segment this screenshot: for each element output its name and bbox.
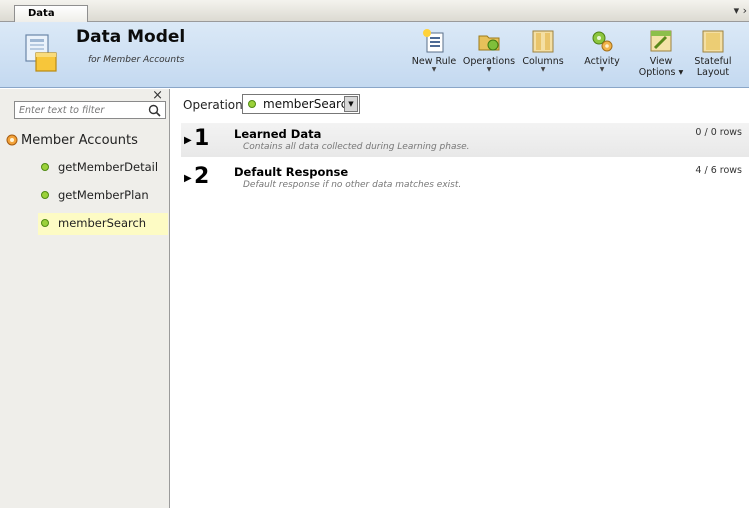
sidebar-item-getmemberdetail[interactable]: getMemberDetail — [38, 157, 168, 179]
sidebar-item-label: getMemberPlan — [58, 188, 149, 202]
sidebar-item-label: memberSearch — [58, 216, 147, 230]
filter-input[interactable]: Enter text to filter — [14, 101, 166, 119]
view-options-label: View Options ▾ — [638, 56, 684, 78]
stateful-layout-button[interactable]: Stateful Layout — [684, 28, 742, 86]
rule-row-count: 0 / 0 rows — [695, 127, 742, 138]
tab-data-model[interactable]: Data Model — [14, 5, 88, 34]
expand-arrow-icon[interactable]: ▶ — [184, 173, 192, 184]
new-rule-button[interactable]: New Rule ▼ — [405, 28, 463, 86]
view-options-button[interactable]: View Options ▾ — [632, 28, 690, 86]
header: Data Model for Member Accounts New Rule … — [0, 22, 749, 88]
stateful-layout-label: Stateful Layout — [694, 56, 732, 78]
search-icon[interactable] — [148, 104, 161, 117]
sidebar-item-membersearch[interactable]: memberSearch — [38, 213, 168, 235]
rule-row-count: 4 / 6 rows — [695, 165, 742, 176]
chevron-down-icon: ▼ — [599, 66, 605, 73]
main-content: Operation: memberSearch ▼ ▶ 1 Learned Da… — [171, 89, 749, 508]
operations-button[interactable]: Operations ▼ — [460, 28, 518, 86]
operations-icon — [478, 35, 500, 51]
stateful-layout-icon — [702, 30, 724, 53]
chevron-down-icon: ▼ — [431, 66, 437, 73]
activity-button[interactable]: Activity ▼ — [573, 28, 631, 86]
chevron-down-icon[interactable]: ▼ — [344, 96, 358, 112]
operation-select-value: memberSearch — [263, 97, 355, 111]
data-model-icon — [25, 34, 57, 72]
page-title: Data Model — [76, 27, 186, 47]
rule-description: Default response if no other data matche… — [243, 180, 462, 190]
rule-number: 2 — [194, 164, 210, 189]
status-dot-icon — [248, 100, 256, 108]
rule-title: Default Response — [234, 165, 349, 179]
status-dot-icon — [41, 219, 49, 227]
columns-button[interactable]: Columns ▼ — [514, 28, 572, 86]
page-subtitle: for Member Accounts — [88, 55, 185, 65]
rule-number: 1 — [194, 126, 210, 151]
new-rule-icon — [423, 29, 444, 53]
tab-strip: Data Model ▾ › — [0, 0, 749, 34]
expand-arrow-icon[interactable]: ▶ — [184, 135, 192, 146]
tree-root-member-accounts[interactable]: Member Accounts — [6, 133, 138, 148]
view-options-icon — [650, 30, 672, 52]
operation-label: Operation: — [183, 98, 247, 112]
status-dot-icon — [41, 163, 49, 171]
columns-icon — [532, 30, 554, 53]
chevron-down-icon: ▼ — [486, 66, 492, 73]
tab-menu-control[interactable]: ▾ › — [734, 4, 747, 17]
sidebar-item-label: getMemberDetail — [58, 160, 159, 174]
rule-row-2[interactable]: ▶ 2 Default Response Default response if… — [181, 161, 749, 195]
chevron-down-icon: ▼ — [540, 66, 546, 73]
activity-icon — [592, 31, 613, 52]
operations-sidebar: × Enter text to filter Member Accounts g… — [0, 88, 170, 508]
status-dot-icon — [41, 191, 49, 199]
tree-root-label: Member Accounts — [21, 133, 138, 148]
rule-title: Learned Data — [234, 127, 322, 141]
rule-description: Contains all data collected during Learn… — [243, 142, 470, 152]
rule-row-1[interactable]: ▶ 1 Learned Data Contains all data colle… — [181, 123, 749, 157]
operation-select[interactable]: memberSearch ▼ — [242, 94, 360, 114]
sidebar-item-getmemberplan[interactable]: getMemberPlan — [38, 185, 168, 207]
gear-icon — [6, 134, 18, 146]
